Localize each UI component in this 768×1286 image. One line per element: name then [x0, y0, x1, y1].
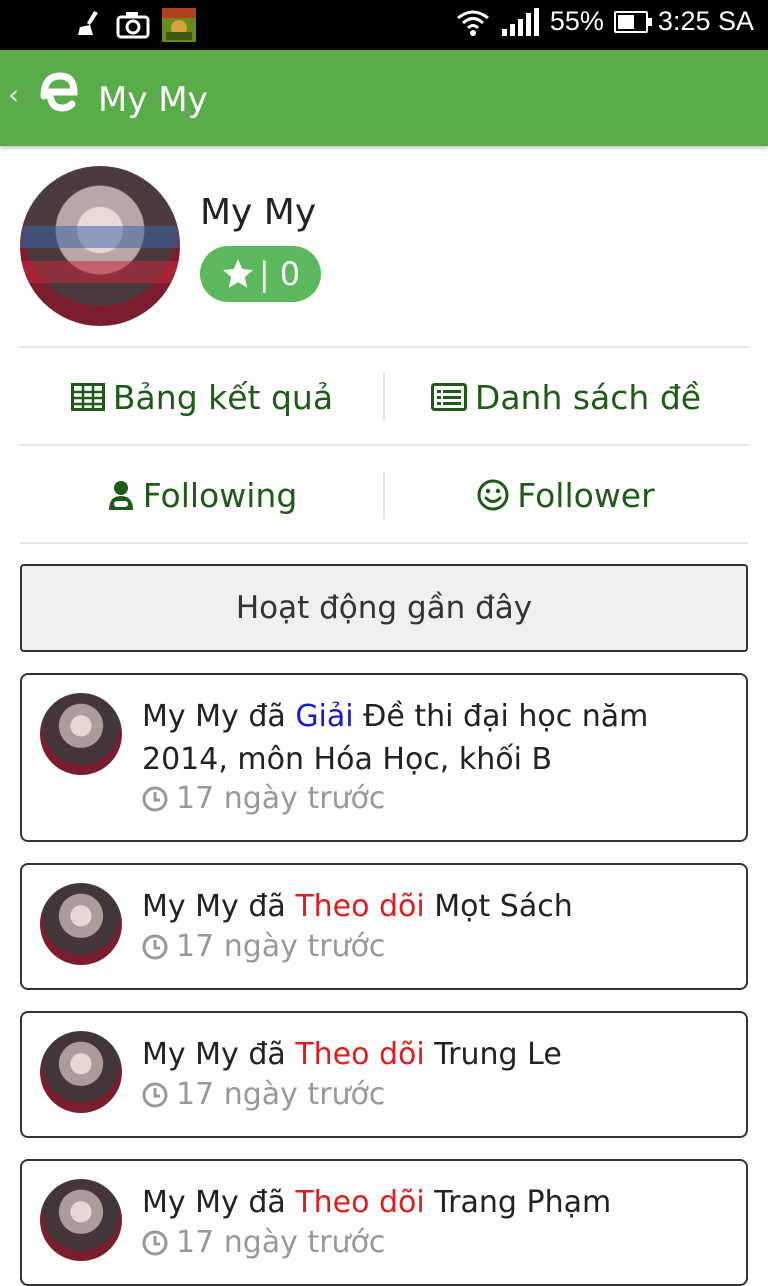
back-chevron-icon[interactable]: ‹ [8, 78, 19, 111]
activity-text: My My đã Theo dõi Trung Le [142, 1033, 726, 1076]
divider [20, 346, 748, 348]
activity-action: Theo dõi [295, 1037, 425, 1072]
follower-label: Follower [517, 475, 655, 515]
status-bar: 55% 3:25 SA [0, 0, 768, 50]
activity-verb: đã [238, 1037, 296, 1072]
activity-time: 17 ngày trước [142, 1225, 385, 1260]
activity-time: 17 ngày trước [142, 781, 385, 816]
results-table-label: Bảng kết quả [112, 377, 334, 417]
profile-links-row-2: Following Follower [20, 447, 748, 543]
wifi-icon [456, 10, 489, 36]
activity-avatar [40, 693, 122, 775]
rating-badge: | 0 [200, 246, 321, 302]
activity-actor[interactable]: My My [142, 889, 239, 924]
activity-verb: đã [238, 889, 296, 924]
activity-time-label: 17 ngày trước [176, 781, 386, 816]
smile-icon [477, 479, 509, 511]
camera-icon [116, 12, 150, 39]
activity-time: 17 ngày trước [142, 1077, 385, 1112]
activity-actor[interactable]: My My [142, 699, 239, 734]
clock-icon [142, 1230, 168, 1255]
activity-time-label: 17 ngày trước [176, 929, 386, 964]
activity-actor[interactable]: My My [142, 1037, 239, 1072]
app-logo-icon[interactable] [38, 66, 80, 124]
activity-time: 17 ngày trước [142, 929, 385, 964]
activity-card[interactable]: My My đã Theo dõi Trang Phạm 17 ngày trướ… [20, 1159, 748, 1286]
app-bar: ‹ My My [0, 50, 768, 146]
game-app-icon [162, 8, 196, 42]
user-icon [108, 481, 133, 510]
battery-percent: 55% [549, 6, 604, 36]
rating-value: | 0 [258, 255, 301, 293]
results-table-link[interactable]: Bảng kết quả [20, 349, 384, 445]
table-icon [70, 383, 105, 411]
activity-verb: đã [238, 699, 296, 734]
follower-link[interactable]: Follower [384, 447, 748, 543]
clock: 3:25 SA [657, 6, 754, 36]
exam-list-link[interactable]: Danh sách đề [384, 349, 748, 445]
activity-text: My My đã Theo dõi Mọt Sách [142, 885, 726, 928]
activity-time-label: 17 ngày trước [176, 1077, 386, 1112]
signal-icon [501, 7, 539, 36]
profile-name: My My [200, 192, 317, 233]
notification-icons [74, 8, 196, 42]
following-link[interactable]: Following [20, 447, 384, 543]
divider [20, 444, 748, 446]
activity-avatar [40, 1031, 122, 1113]
activity-object[interactable]: Mọt Sách [425, 889, 572, 924]
activity-card[interactable]: My My đã Theo dõi Mọt Sách 17 ngày trước [20, 863, 748, 990]
activity-verb: đã [238, 1185, 296, 1220]
activity-card[interactable]: My My đã Theo dõi Trung Le 17 ngày trước [20, 1011, 748, 1138]
exam-list-label: Danh sách đề [474, 377, 702, 417]
activity-object[interactable]: Trung Le [425, 1037, 562, 1072]
profile-avatar [20, 166, 180, 326]
battery-icon [613, 10, 652, 33]
divider [20, 542, 748, 544]
profile-links-row-1: Bảng kết quả Danh sách đề [20, 349, 748, 445]
app-title: My My [98, 80, 208, 120]
activity-avatar [40, 1179, 122, 1261]
activity-avatar [40, 883, 122, 965]
cleaner-icon [78, 11, 98, 35]
activity-action: Theo dõi [295, 1185, 425, 1220]
clock-icon [142, 786, 168, 811]
activity-text: My My đã Theo dõi Trang Phạm [142, 1181, 726, 1224]
activity-actor[interactable]: My My [142, 1185, 239, 1220]
clock-icon [142, 934, 168, 959]
activity-object[interactable]: Trang Phạm [425, 1185, 611, 1220]
activity-card[interactable]: My My đã Giải Đề thi đại học năm 2014, m… [20, 673, 748, 842]
activity-action: Theo dõi [295, 889, 425, 924]
list-icon [430, 383, 467, 411]
following-label: Following [142, 475, 298, 515]
system-status: 55% 3:25 SA [456, 6, 754, 37]
activity-action: Giải [295, 699, 354, 734]
battery-fill [617, 14, 635, 29]
activity-time-label: 17 ngày trước [176, 1225, 386, 1260]
activity-text: My My đã Giải Đề thi đại học năm 2014, m… [142, 695, 726, 781]
recent-activity-header: Hoạt động gần đây [20, 564, 748, 652]
clock-icon [142, 1082, 168, 1107]
star-icon [222, 259, 253, 288]
